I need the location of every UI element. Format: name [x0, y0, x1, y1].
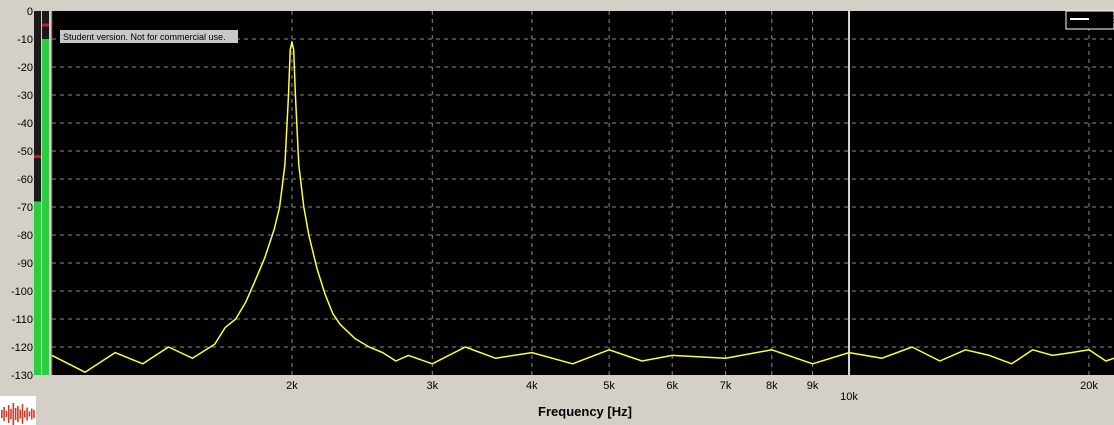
- app-logo-bar: [1, 410, 3, 418]
- y-tick-label: -10: [17, 34, 33, 46]
- y-tick-label: -70: [17, 202, 33, 214]
- x-tick-label: 20k: [1080, 380, 1098, 392]
- app-logo-bar: [17, 406, 19, 422]
- app-logo: [0, 396, 36, 425]
- y-tick-label: -120: [11, 342, 33, 354]
- app-logo-bar: [5, 411, 8, 417]
- y-tick-label: -90: [17, 258, 33, 270]
- y-tick-label: 0: [27, 6, 33, 18]
- app-logo-bar: [28, 411, 31, 417]
- x-tick-label: 6k: [666, 380, 678, 392]
- app-logo-bar: [21, 404, 24, 424]
- legend-label: Ch#2: [1090, 14, 1114, 26]
- y-tick-label: -60: [17, 174, 33, 186]
- level-meter-peak: [34, 155, 41, 159]
- app-logo-bar: [33, 410, 35, 418]
- app-logo-bar: [12, 403, 15, 425]
- spectrum-chart[interactable]: 0 -10 -20 -30 -40 -50 -60 -70 -80 -90 -100 -110 -120…: [0, 0, 1114, 425]
- y-tick-label: -130: [11, 370, 33, 382]
- x-tick-label: 9k: [807, 380, 819, 392]
- y-tick-label: -30: [17, 90, 33, 102]
- app-logo-bar: [26, 407, 28, 421]
- app-logo-bar: [10, 409, 12, 419]
- app-logo-bar: [14, 408, 17, 420]
- legend: Ch#2: [1065, 10, 1114, 30]
- y-tick-label: -50: [17, 146, 33, 158]
- x-tick-label: 3k: [426, 380, 438, 392]
- x-tick-label: 7k: [720, 380, 732, 392]
- x-tick-label: 8k: [766, 380, 778, 392]
- y-tick-label: -80: [17, 230, 33, 242]
- y-tick-label: -40: [17, 118, 33, 130]
- x-tick-label: 5k: [603, 380, 615, 392]
- plot-area: [52, 11, 1114, 375]
- level-meter-bar: [42, 39, 49, 375]
- y-tick-label: -20: [17, 62, 33, 74]
- watermark-text: Student version. Not for commercial use.: [63, 32, 226, 42]
- app-logo-bar: [24, 410, 26, 418]
- app-logo-bar: [30, 408, 33, 420]
- y-tick-label: -110: [12, 314, 33, 326]
- analyzer-window: 0 -10 -20 -30 -40 -50 -60 -70 -80 -90 -100 -110 -120…: [0, 0, 1114, 425]
- level-meter-peak: [42, 23, 49, 27]
- level-meter-bar: [34, 201, 41, 375]
- x-tick-label: 10k: [840, 391, 858, 403]
- x-axis-label: Frequency [Hz]: [538, 404, 632, 419]
- y-tick-label: -100: [11, 286, 33, 298]
- app-logo-bar: [7, 405, 10, 423]
- x-tick-label: 2k: [286, 380, 298, 392]
- app-logo-bar: [3, 407, 5, 421]
- app-logo-bar: [19, 409, 21, 419]
- x-tick-label: 4k: [526, 380, 538, 392]
